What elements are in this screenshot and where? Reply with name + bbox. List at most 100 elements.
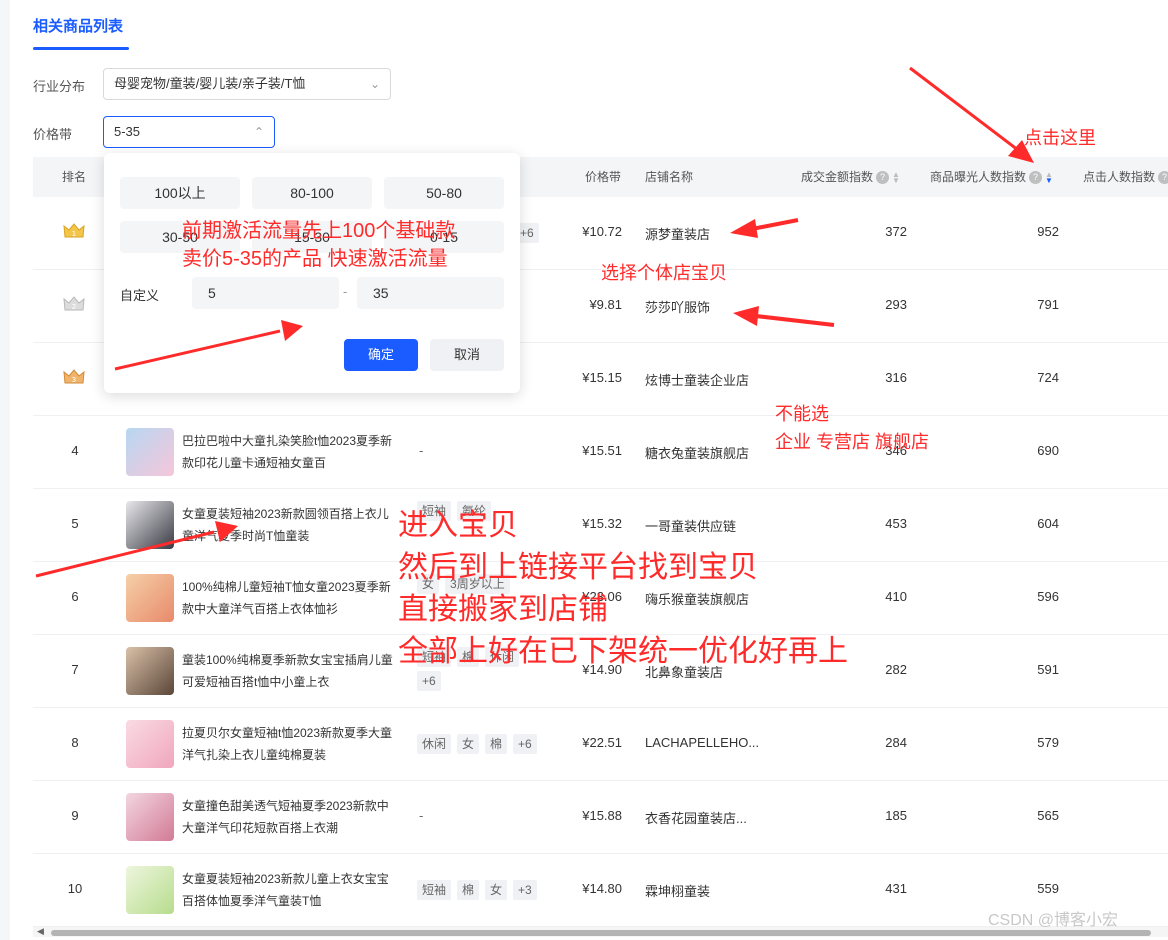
product-thumbnail[interactable] bbox=[126, 720, 174, 768]
exposure-index: 579 bbox=[1037, 735, 1059, 750]
help-icon[interactable]: ? bbox=[1029, 171, 1043, 185]
product-title[interactable]: 100%纯棉儿童短袖T恤女童2023夏季新款中大童洋气百搭上衣体恤衫 bbox=[182, 576, 397, 620]
product-title[interactable]: 拉夏贝尔女童短袖t恤2023新款夏季大童洋气扎染上衣儿童纯棉夏装 bbox=[182, 722, 397, 766]
exposure-index: 791 bbox=[1037, 297, 1059, 312]
shop-name[interactable]: 炫博士童装企业店 bbox=[645, 370, 775, 389]
col-clicks-label: 点击人数指数 bbox=[1083, 170, 1156, 184]
price-option[interactable]: 80-100 bbox=[252, 177, 372, 209]
product-title[interactable]: 童装100%纯棉夏季新款女宝宝插肩儿童可爱短袖百搭t恤中小童上衣 bbox=[182, 649, 397, 693]
col-rank: 排名 bbox=[62, 170, 87, 184]
col-gmv-label: 成交金额指数 bbox=[801, 170, 874, 184]
col-shop: 店铺名称 bbox=[645, 170, 694, 184]
shop-name[interactable]: 衣香花园童装店... bbox=[645, 808, 775, 827]
price-select[interactable]: 5-35 ⌃ bbox=[103, 116, 275, 148]
exposure-index: 604 bbox=[1037, 516, 1059, 531]
shop-name[interactable]: 糖衣兔童装旗舰店 bbox=[645, 443, 775, 462]
annotation-step1-line1: 前期激活流量先上100个基础款 bbox=[182, 220, 456, 242]
bronze-crown-icon: 3 bbox=[63, 369, 85, 384]
gold-crown-icon: 1 bbox=[63, 223, 85, 238]
product-title[interactable]: 女童夏装短袖2023新款儿童上衣女宝宝百搭体恤夏季洋气童装T恤 bbox=[182, 868, 397, 912]
sort-icon[interactable]: ▲ ▼ bbox=[892, 170, 900, 184]
exposure-index: 724 bbox=[1037, 370, 1059, 385]
shop-name[interactable]: 莎莎吖服饰 bbox=[645, 297, 775, 316]
col-exposure-label: 商品曝光人数指数 bbox=[930, 170, 1027, 184]
exposure-index: 591 bbox=[1037, 662, 1059, 677]
sort-desc-icon[interactable]: ▲ ▼ bbox=[1045, 170, 1053, 184]
exposure-index: 565 bbox=[1037, 808, 1059, 823]
price-option[interactable]: 100以上 bbox=[120, 177, 240, 209]
left-edge-strip bbox=[0, 0, 10, 940]
product-tag: 棉 bbox=[457, 880, 480, 900]
help-icon[interactable]: ? bbox=[1158, 171, 1168, 185]
product-thumbnail[interactable] bbox=[126, 428, 174, 476]
annotation-choose-shop: 选择个体店宝贝 bbox=[601, 263, 727, 283]
svg-text:3: 3 bbox=[72, 376, 76, 384]
table-row[interactable]: 8 拉夏贝尔女童短袖t恤2023新款夏季大童洋气扎染上衣儿童纯棉夏装 休闲女棉 +… bbox=[33, 708, 1168, 781]
svg-text:2: 2 bbox=[72, 303, 76, 311]
rank-number: 4 bbox=[71, 443, 79, 458]
product-title[interactable]: 女童夏装短袖2023新款圆领百搭上衣儿童洋气夏季时尚T恤童装 bbox=[182, 503, 397, 547]
table-row[interactable]: 4 巴拉巴啦中大童扎染笑脸t恤2023夏季新款印花儿童卡通短袖女童百 - ¥15… bbox=[33, 416, 1168, 489]
exposure-index: 952 bbox=[1037, 224, 1059, 239]
product-tag: 短袖 bbox=[417, 880, 452, 900]
gmv-index: 284 bbox=[885, 735, 907, 750]
annotation-step1: 前期激活流量先上100个基础款 卖价5-35的产品 快速激活流量 bbox=[182, 217, 455, 273]
product-thumbnail[interactable] bbox=[126, 793, 174, 841]
shop-name[interactable]: 源梦童装店 bbox=[645, 224, 775, 243]
annotation-step2-line3: 直接搬家到店铺 bbox=[398, 593, 608, 626]
rank-number: 8 bbox=[71, 735, 79, 750]
col-gmv[interactable]: 成交金额指数? ▲ ▼ bbox=[801, 157, 900, 197]
col-clicks[interactable]: 点击人数指数? bbox=[1083, 157, 1168, 197]
product-tag: +6 bbox=[513, 734, 537, 754]
price-max-input[interactable]: 35 bbox=[357, 277, 504, 309]
cancel-button[interactable]: 取消 bbox=[430, 339, 504, 371]
exposure-index: 596 bbox=[1037, 589, 1059, 604]
annotation-no-select-line2: 企业 专营店 旗舰店 bbox=[775, 432, 930, 452]
product-title[interactable]: 女童撞色甜美透气短袖夏季2023新款中大童洋气印花短款百搭上衣潮 bbox=[182, 795, 397, 839]
table-row[interactable]: 9 女童撞色甜美透气短袖夏季2023新款中大童洋气印花短款百搭上衣潮 - ¥15… bbox=[33, 781, 1168, 854]
product-tag: 棉 bbox=[485, 734, 508, 754]
product-price: ¥22.51 bbox=[582, 735, 622, 750]
range-separator: - bbox=[343, 284, 348, 299]
industry-select[interactable]: 母婴宠物/童装/婴儿装/亲子装/T恤 ⌄ bbox=[103, 68, 391, 100]
product-thumbnail[interactable] bbox=[126, 647, 174, 695]
silver-crown-icon: 2 bbox=[63, 296, 85, 311]
price-min-input[interactable]: 5 bbox=[192, 277, 339, 309]
col-exposure[interactable]: 商品曝光人数指数? ▲ ▼ bbox=[930, 157, 1053, 197]
product-tag: 女 bbox=[457, 734, 480, 754]
product-thumbnail[interactable] bbox=[126, 574, 174, 622]
annotation-step2-line1: 进入宝贝 bbox=[398, 509, 518, 542]
annotation-no-select-line1: 不能选 bbox=[775, 404, 829, 424]
shop-name[interactable]: 霖坤栩童装 bbox=[645, 881, 775, 900]
industry-select-value: 母婴宠物/童装/婴儿装/亲子装/T恤 bbox=[114, 76, 306, 91]
tab-related-products[interactable]: 相关商品列表 bbox=[33, 15, 123, 36]
tab-active-indicator bbox=[33, 47, 129, 50]
rank-number: 10 bbox=[67, 881, 83, 896]
help-icon[interactable]: ? bbox=[876, 171, 890, 185]
col-price: 价格带 bbox=[585, 170, 622, 184]
annotation-no-select: 不能选 企业 专营店 旗舰店 bbox=[775, 400, 929, 456]
no-tags-dash: - bbox=[419, 808, 424, 823]
product-thumbnail[interactable] bbox=[126, 501, 174, 549]
rank-number: 9 bbox=[71, 808, 79, 823]
confirm-button[interactable]: 确定 bbox=[344, 339, 418, 371]
gmv-index: 293 bbox=[885, 297, 907, 312]
scrollbar-thumb[interactable] bbox=[51, 930, 1151, 936]
product-price: ¥10.72 bbox=[582, 224, 622, 239]
rank-number: 7 bbox=[71, 662, 79, 677]
shop-name[interactable]: LACHAPELLEHO... bbox=[645, 735, 775, 750]
price-option[interactable]: 50-80 bbox=[384, 177, 504, 209]
rank-number: 6 bbox=[71, 589, 79, 604]
product-thumbnail[interactable] bbox=[126, 866, 174, 914]
annotation-step2: 进入宝贝 然后到上链接平台找到宝贝 直接搬家到店铺 全部上好在已下架统一优化好再… bbox=[398, 505, 848, 673]
product-price: ¥15.15 bbox=[582, 370, 622, 385]
chevron-down-icon: ⌄ bbox=[369, 77, 380, 91]
product-title[interactable]: 巴拉巴啦中大童扎染笑脸t恤2023夏季新款印花儿童卡通短袖女童百 bbox=[182, 430, 397, 474]
annotation-step1-line2: 卖价5-35的产品 快速激活流量 bbox=[182, 248, 448, 270]
product-price: ¥9.81 bbox=[589, 297, 622, 312]
product-price: ¥15.51 bbox=[582, 443, 622, 458]
scroll-left-arrow-icon[interactable]: ◀ bbox=[37, 926, 44, 937]
product-tag: 休闲 bbox=[417, 734, 452, 754]
product-tag: 女 bbox=[485, 880, 508, 900]
product-price: ¥15.88 bbox=[582, 808, 622, 823]
